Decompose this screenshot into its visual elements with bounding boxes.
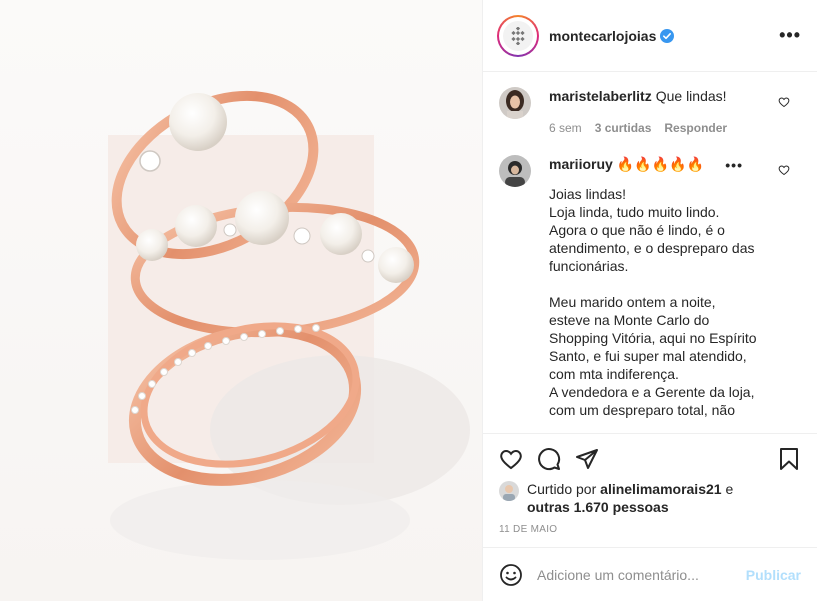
comment-line: Meu marido ontem a noite,	[549, 294, 716, 310]
like-comment-heart-icon[interactable]	[778, 95, 790, 113]
comment-item: mariioruy 🔥🔥🔥🔥🔥 Joias lindas! Loja linda,…	[483, 137, 817, 419]
comment-input[interactable]	[537, 566, 746, 583]
add-comment-bar: Publicar	[483, 547, 817, 601]
comment-line: Shopping Vitória, aqui no Espírito	[549, 330, 757, 346]
reply-button[interactable]: Responder	[664, 119, 727, 137]
post-username[interactable]: montecarlojoias	[549, 28, 656, 44]
rings-image	[108, 90, 470, 560]
comment-bubble-icon[interactable]	[537, 447, 561, 471]
post-sidebar: montecarlojoias ••• maristelaberlitz Que…	[482, 0, 817, 601]
commenter-avatar[interactable]	[499, 155, 531, 187]
publish-button[interactable]: Publicar	[746, 567, 801, 583]
post-date[interactable]: 11 de maio	[499, 524, 557, 535]
comment-username[interactable]: maristelaberlitz	[549, 88, 652, 104]
comment-line: Santo, e fui super mal atendido,	[549, 348, 747, 364]
share-paper-plane-icon[interactable]	[575, 447, 599, 471]
comment-line: Joias lindas!	[549, 186, 627, 202]
post-actions	[483, 433, 817, 483]
brand-logo-icon	[503, 20, 533, 51]
comments-list: maristelaberlitz Que lindas! 6 sem 3 curt…	[483, 73, 817, 433]
comment-line: com um despreparo total, não	[549, 402, 735, 418]
comment-line: com mta indiferença.	[549, 366, 679, 382]
emoji-smiley-icon[interactable]	[499, 563, 523, 587]
comment-text: Que lindas!	[655, 88, 727, 104]
comment-username[interactable]: mariioruy	[549, 156, 613, 172]
like-heart-icon[interactable]	[499, 447, 523, 471]
comment-time[interactable]: 6 sem	[549, 119, 582, 137]
more-options-button[interactable]: •••	[779, 25, 801, 46]
comment-line: funcionárias.	[549, 258, 629, 274]
comment-line: A vendedora e a Gerente da loja,	[549, 384, 755, 400]
comment-text: 🔥🔥🔥🔥🔥	[616, 156, 704, 172]
likes-others-link[interactable]: outras 1.670 pessoas	[527, 499, 669, 515]
likes-summary: Curtido por alinelimamorais21 e outras 1…	[499, 480, 801, 516]
comment-line: esteve na Monte Carlo do	[549, 312, 710, 328]
comment-item: maristelaberlitz Que lindas! 6 sem 3 curt…	[483, 73, 817, 137]
comment-line: Loja linda, tudo muito lindo.	[549, 204, 720, 220]
post-photo[interactable]	[0, 0, 482, 601]
profile-avatar[interactable]	[497, 14, 539, 57]
liker-username[interactable]: alinelimamorais21	[600, 481, 721, 497]
save-bookmark-icon[interactable]	[777, 447, 801, 471]
likes-prefix: Curtido por	[527, 481, 601, 497]
comment-body: Joias lindas! Loja linda, tudo muito lin…	[549, 185, 769, 419]
likes-middle: e	[721, 481, 734, 497]
like-comment-heart-icon[interactable]	[778, 163, 790, 181]
comment-options-button[interactable]: •••	[725, 157, 743, 173]
commenter-avatar[interactable]	[499, 87, 531, 119]
comment-line: Agora o que não é lindo, é o	[549, 222, 725, 238]
comment-likes-count[interactable]: 3 curtidas	[595, 119, 652, 137]
post-header: montecarlojoias •••	[483, 0, 817, 72]
liker-avatar[interactable]	[499, 481, 519, 501]
verified-badge-icon	[660, 28, 675, 43]
comment-line: atendimento, e o despreparo das	[549, 240, 755, 256]
